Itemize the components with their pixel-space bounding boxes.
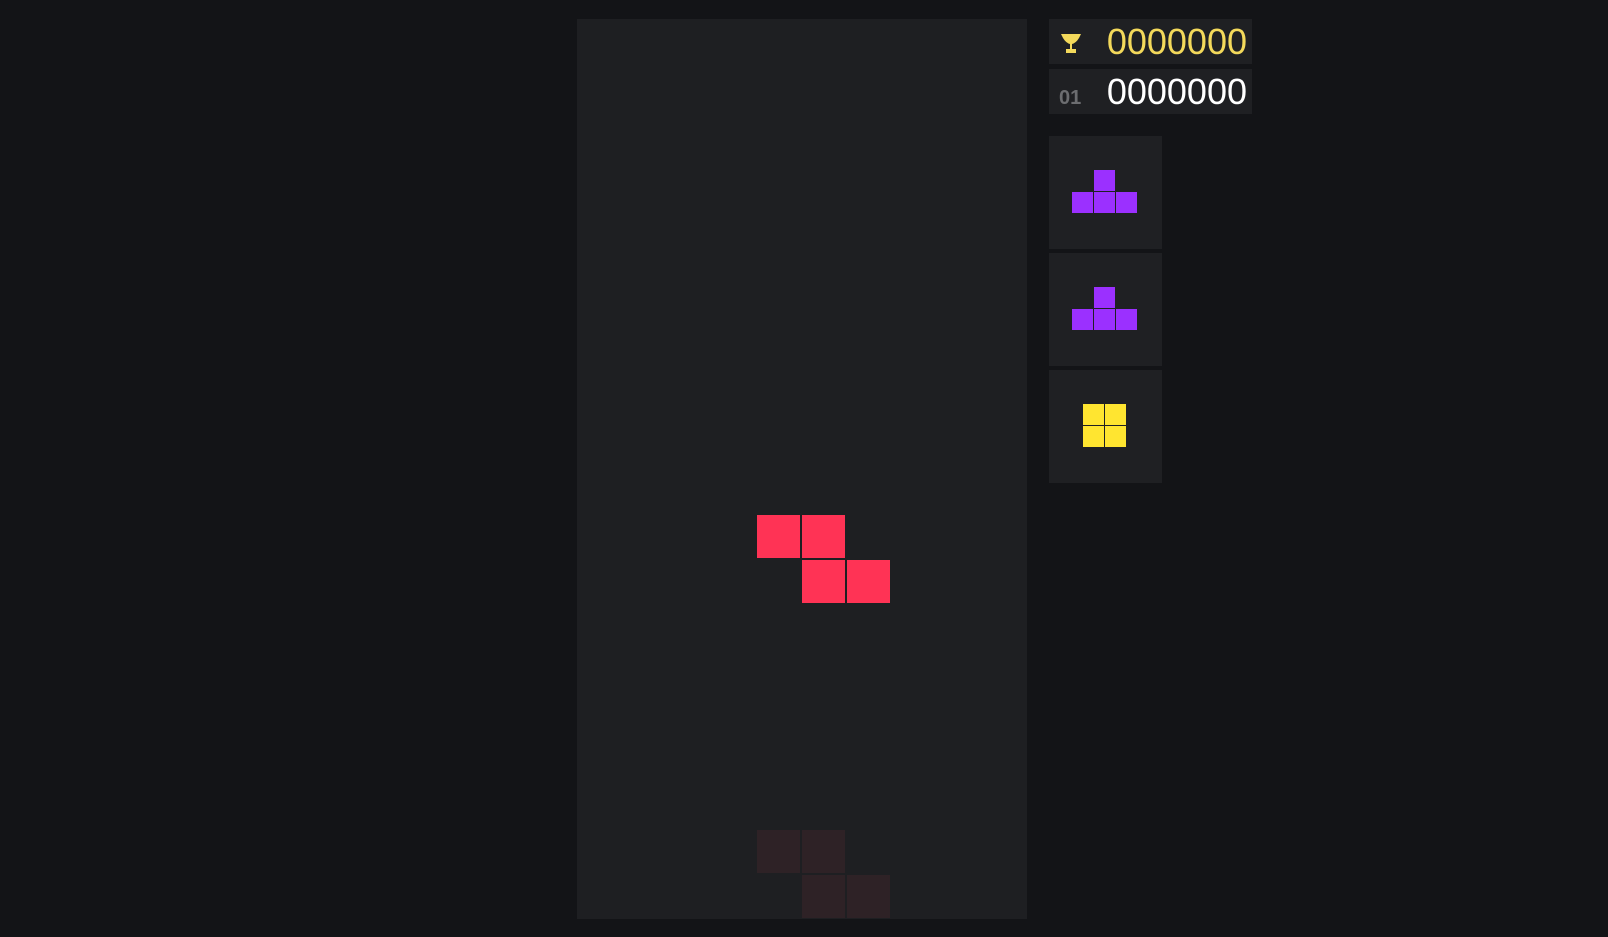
high-score-panel: 0000000: [1049, 19, 1252, 64]
next-piece-cell: [1116, 192, 1137, 213]
current-score-value: 0000000: [1106, 71, 1247, 112]
next-piece-cell: [1072, 309, 1093, 330]
ghost-piece-cell: [802, 830, 845, 873]
current-score-panel: 01 0000000: [1049, 69, 1252, 114]
active-piece-cell: [757, 515, 800, 558]
next-piece-cell: [1094, 287, 1115, 308]
next-piece-cell: [1094, 192, 1115, 213]
active-piece-cell: [802, 560, 845, 603]
ghost-piece-cell: [847, 875, 890, 918]
trophy-icon: [1061, 34, 1081, 53]
ghost-piece-cell: [757, 830, 800, 873]
next-piece-3: [1049, 370, 1162, 483]
next-piece-cell: [1105, 426, 1126, 447]
active-piece-cell: [847, 560, 890, 603]
next-piece-cell: [1083, 426, 1104, 447]
high-score-value: 0000000: [1106, 21, 1247, 62]
next-piece-1: [1049, 136, 1162, 249]
next-piece-cell: [1116, 309, 1137, 330]
level-indicator: 01: [1059, 87, 1082, 109]
next-piece-cell: [1072, 192, 1093, 213]
active-piece-cell: [802, 515, 845, 558]
ghost-piece-cell: [802, 875, 845, 918]
game-board[interactable]: [577, 19, 1027, 919]
next-piece-cell: [1094, 170, 1115, 191]
next-piece-cell: [1083, 404, 1104, 425]
next-piece-2: [1049, 253, 1162, 366]
next-piece-cell: [1094, 309, 1115, 330]
next-piece-cell: [1105, 404, 1126, 425]
